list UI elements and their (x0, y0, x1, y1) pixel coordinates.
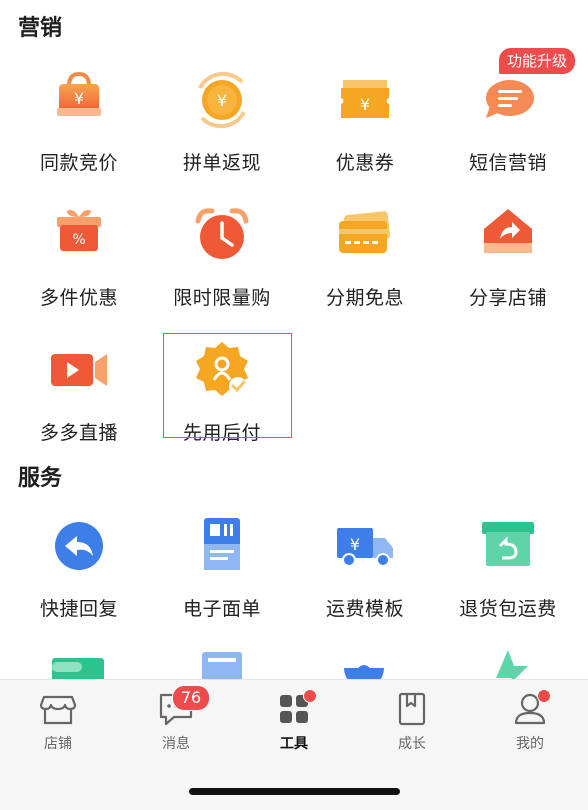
tab-label: 店铺 (44, 736, 72, 752)
store-icon (38, 689, 78, 729)
tile-installment-interest-free[interactable]: 分期免息 (295, 199, 435, 319)
sms-chat-icon (476, 68, 540, 132)
tile-same-item-bidding[interactable]: ¥ 同款竞价 (9, 64, 149, 184)
tile-pay-later[interactable]: 先用后付 (152, 334, 292, 454)
tile-label: 优惠券 (335, 152, 395, 174)
tab-profile[interactable]: 我的 (490, 689, 570, 753)
tile-label: 先用后付 (182, 422, 261, 444)
tile-label: 退货包运费 (459, 598, 557, 620)
peek-tile-icon-3 (340, 648, 388, 679)
svg-text:¥: ¥ (360, 95, 370, 114)
gift-box-percent-icon: % (47, 203, 111, 267)
tile-label: 拼单返现 (182, 152, 261, 174)
tile-label: 同款竞价 (39, 152, 118, 174)
alarm-clock-icon (190, 203, 254, 267)
tile-freight-template[interactable]: ¥ 运费模板 (295, 510, 435, 630)
profile-notification-dot (537, 689, 551, 703)
tile-label: 运费模板 (325, 598, 404, 620)
tab-store[interactable]: 店铺 (18, 689, 98, 753)
peek-tile-icon-1 (48, 648, 108, 679)
tile-label: 短信营销 (468, 152, 547, 174)
svg-text:¥: ¥ (350, 535, 360, 554)
e-waybill-icon (190, 514, 254, 578)
tile-share-store[interactable]: 分享店铺 (438, 199, 578, 319)
marketing-section-title: 营销 (18, 16, 63, 41)
tab-growth[interactable]: 成长 (372, 689, 452, 753)
tools-notification-dot (303, 689, 317, 703)
peek-tile-icon-2 (198, 648, 246, 679)
tile-multi-item-discount[interactable]: % 多件优惠 (9, 199, 149, 319)
tile-duoduo-live[interactable]: 多多直播 (9, 334, 149, 454)
svg-text:¥: ¥ (74, 89, 84, 108)
freight-truck-icon: ¥ (333, 514, 397, 578)
home-indicator[interactable] (189, 788, 400, 795)
tile-coupon[interactable]: ¥ 优惠券 (295, 64, 435, 184)
tile-e-waybill[interactable]: 电子面单 (152, 510, 292, 630)
shopping-bag-yen-icon: ¥ (47, 68, 111, 132)
tab-label: 成长 (398, 736, 426, 752)
yen-coin-cashback-icon: ¥ (190, 68, 254, 132)
tile-quick-reply[interactable]: 快捷回复 (9, 510, 149, 630)
tile-sms-marketing[interactable]: 短信营销 (438, 64, 578, 184)
coupon-icon: ¥ (333, 68, 397, 132)
svg-text:¥: ¥ (217, 91, 227, 110)
feature-upgrade-badge: 功能升级 (498, 47, 577, 75)
service-section-title: 服务 (18, 466, 63, 491)
tile-label: 限时限量购 (173, 287, 271, 309)
tile-label: 多多直播 (39, 422, 118, 444)
live-video-icon (47, 338, 111, 402)
tab-label: 消息 (162, 736, 190, 752)
tile-label: 电子面单 (182, 598, 261, 620)
pay-later-badge-icon (190, 338, 254, 402)
tab-label: 我的 (516, 736, 544, 752)
tile-label: 分期免息 (325, 287, 404, 309)
quick-reply-icon (47, 514, 111, 578)
peek-tile-icon-4 (486, 648, 534, 679)
tile-return-shipping-insurance[interactable]: 退货包运费 (438, 510, 578, 630)
message-count-badge: 76 (172, 685, 210, 711)
svg-text:%: % (72, 232, 85, 248)
share-store-icon (476, 203, 540, 267)
growth-book-icon (392, 689, 432, 729)
tab-tools[interactable]: 工具 (254, 689, 334, 753)
credit-card-icon (333, 203, 397, 267)
tile-limited-time-purchase[interactable]: 限时限量购 (152, 199, 292, 319)
tab-label: 工具 (280, 736, 308, 752)
return-box-icon (476, 514, 540, 578)
tile-group-cashback[interactable]: ¥ 拼单返现 (152, 64, 292, 184)
tile-label: 分享店铺 (468, 287, 547, 309)
tile-label: 快捷回复 (39, 598, 118, 620)
tile-label: 多件优惠 (39, 287, 118, 309)
